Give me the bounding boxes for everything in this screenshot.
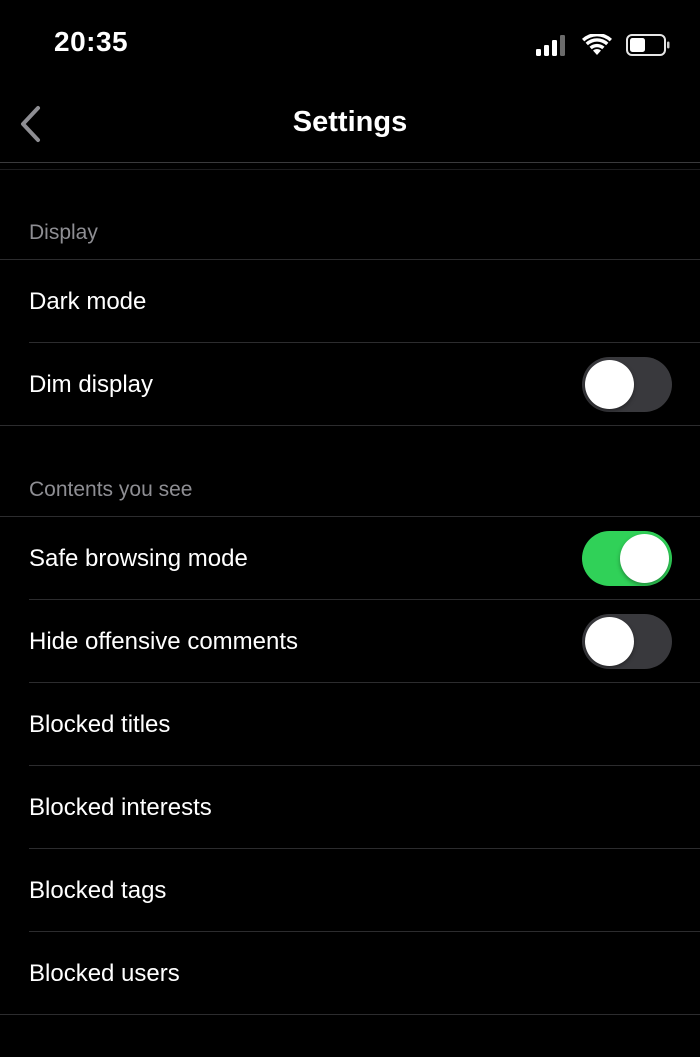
row-label: Blocked titles xyxy=(29,711,171,738)
toggle-knob xyxy=(585,617,634,666)
row-dark-mode[interactable]: Dark mode xyxy=(0,260,700,343)
page-title: Settings xyxy=(292,106,408,138)
hide-offensive-toggle[interactable] xyxy=(582,614,672,669)
status-icons xyxy=(536,30,670,60)
dim-display-toggle[interactable] xyxy=(582,357,672,412)
row-blocked-titles[interactable]: Blocked titles xyxy=(0,683,700,766)
section-header-contents: Contents you see xyxy=(0,426,700,517)
status-time: 20:35 xyxy=(54,26,129,57)
cellular-signal-icon xyxy=(536,35,565,56)
section-header-label: Contents you see xyxy=(29,478,193,501)
row-safe-browsing: Safe browsing mode xyxy=(0,517,700,600)
row-blocked-interests[interactable]: Blocked interests xyxy=(0,766,700,849)
row-hide-offensive: Hide offensive comments xyxy=(0,600,700,683)
toggle-knob xyxy=(620,534,669,583)
settings-list: Display Dark mode Dim display Contents y… xyxy=(0,170,700,1015)
row-label: Blocked interests xyxy=(29,794,212,821)
row-label: Hide offensive comments xyxy=(29,628,299,655)
battery-icon xyxy=(626,34,670,56)
row-separator xyxy=(0,1014,700,1015)
row-label: Blocked users xyxy=(29,960,180,987)
navigation-bar: Settings xyxy=(0,88,700,162)
wifi-icon xyxy=(582,34,612,55)
row-label: Safe browsing mode xyxy=(29,545,248,572)
row-dim-display: Dim display xyxy=(0,343,700,426)
row-label: Blocked tags xyxy=(29,877,167,904)
toggle-knob xyxy=(585,360,634,409)
section-header-label: Display xyxy=(29,221,98,244)
row-label: Dark mode xyxy=(29,288,147,315)
safe-browsing-toggle[interactable] xyxy=(582,531,672,586)
section-header-display: Display xyxy=(0,170,700,260)
status-bar: 20:35 xyxy=(0,0,700,88)
row-blocked-users[interactable]: Blocked users xyxy=(0,932,700,1015)
row-blocked-tags[interactable]: Blocked tags xyxy=(0,849,700,932)
row-label: Dim display xyxy=(29,371,154,398)
nav-divider xyxy=(0,162,700,163)
